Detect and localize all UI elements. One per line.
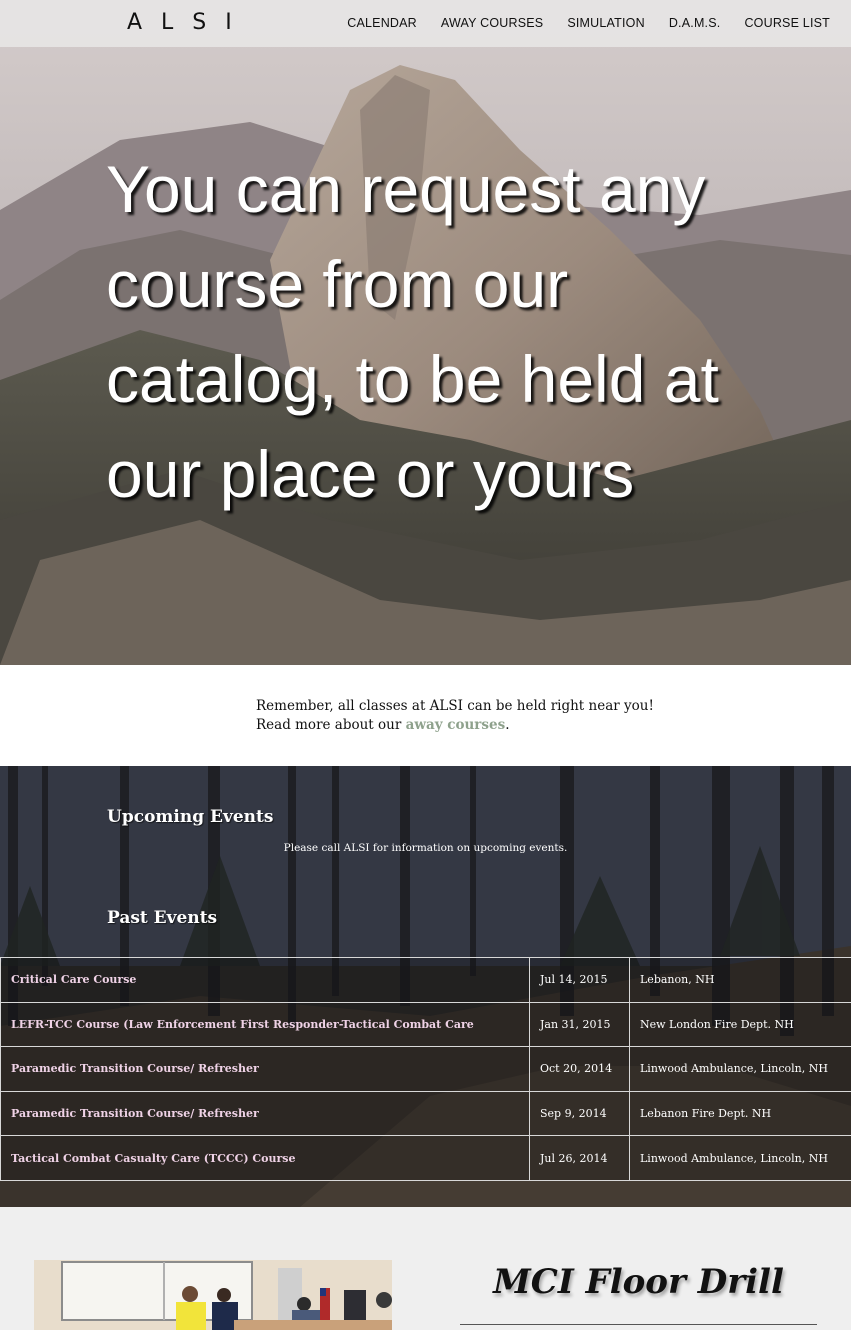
event-location: Lebanon, NH xyxy=(629,957,851,1003)
table-row: Paramedic Transition Course/ Refresher S… xyxy=(0,1090,851,1137)
site-logo[interactable]: ALSI xyxy=(127,9,251,37)
intro-section: Remember, all classes at ALSI can be hel… xyxy=(0,665,851,766)
event-location: Lebanon Fire Dept. NH xyxy=(629,1090,851,1137)
events-section: Upcoming Events Please call ALSI for inf… xyxy=(0,766,851,1207)
nav-link-away-courses[interactable]: AWAY COURSES xyxy=(441,15,543,31)
away-courses-link[interactable]: away courses xyxy=(406,717,506,733)
hero-headline: You can request any course from our cata… xyxy=(106,152,719,511)
event-name[interactable]: Critical Care Course xyxy=(0,957,530,1003)
upcoming-events-note: Please call ALSI for information on upco… xyxy=(283,842,568,854)
event-date: Oct 20, 2014 xyxy=(529,1046,630,1092)
event-name[interactable]: Paramedic Transition Course/ Refresher xyxy=(0,1046,530,1092)
past-events-heading: Past Events xyxy=(107,908,218,928)
feature-section: MCI Floor Drill xyxy=(0,1207,851,1330)
nav-link-course-list[interactable]: COURSE LIST xyxy=(744,15,830,31)
table-row: Tactical Combat Casualty Care (TCCC) Cou… xyxy=(0,1135,851,1181)
event-name[interactable]: Tactical Combat Casualty Care (TCCC) Cou… xyxy=(0,1135,530,1181)
hero-section: ALSI CALENDAR AWAY COURSES SIMULATION D.… xyxy=(0,0,851,665)
intro-line-2-prefix: Read more about our xyxy=(256,717,406,733)
event-name[interactable]: Paramedic Transition Course/ Refresher xyxy=(0,1090,530,1137)
past-events-table: Critical Care Course Jul 14, 2015 Lebano… xyxy=(0,957,851,1181)
intro-line-2-suffix: . xyxy=(505,717,510,733)
nav-link-calendar[interactable]: CALENDAR xyxy=(347,15,417,31)
upcoming-events-heading: Upcoming Events xyxy=(107,807,274,827)
nav-link-simulation[interactable]: SIMULATION xyxy=(567,15,644,31)
divider xyxy=(460,1324,817,1325)
event-date: Jan 31, 2015 xyxy=(529,1001,630,1048)
mci-drill-photo xyxy=(34,1260,392,1330)
nav-link-dams[interactable]: D.A.M.S. xyxy=(669,15,721,31)
table-row: LEFR-TCC Course (Law Enforcement First R… xyxy=(0,1001,851,1048)
table-row: Paramedic Transition Course/ Refresher O… xyxy=(0,1046,851,1092)
feature-title: MCI Floor Drill xyxy=(493,1262,784,1302)
classroom-photo-image xyxy=(34,1260,392,1330)
intro-text: Remember, all classes at ALSI can be hel… xyxy=(256,697,654,735)
event-date: Jul 14, 2015 xyxy=(529,957,630,1003)
table-row: Critical Care Course Jul 14, 2015 Lebano… xyxy=(0,957,851,1003)
main-nav: CALENDAR AWAY COURSES SIMULATION D.A.M.S… xyxy=(347,15,830,31)
intro-line-1: Remember, all classes at ALSI can be hel… xyxy=(256,698,654,714)
event-date: Jul 26, 2014 xyxy=(529,1135,630,1181)
event-name[interactable]: LEFR-TCC Course (Law Enforcement First R… xyxy=(0,1001,530,1048)
event-location: Linwood Ambulance, Lincoln, NH xyxy=(629,1046,851,1092)
event-location: Linwood Ambulance, Lincoln, NH xyxy=(629,1135,851,1181)
top-navigation-bar: ALSI CALENDAR AWAY COURSES SIMULATION D.… xyxy=(0,0,851,47)
event-date: Sep 9, 2014 xyxy=(529,1090,630,1137)
event-location: New London Fire Dept. NH xyxy=(629,1001,851,1048)
